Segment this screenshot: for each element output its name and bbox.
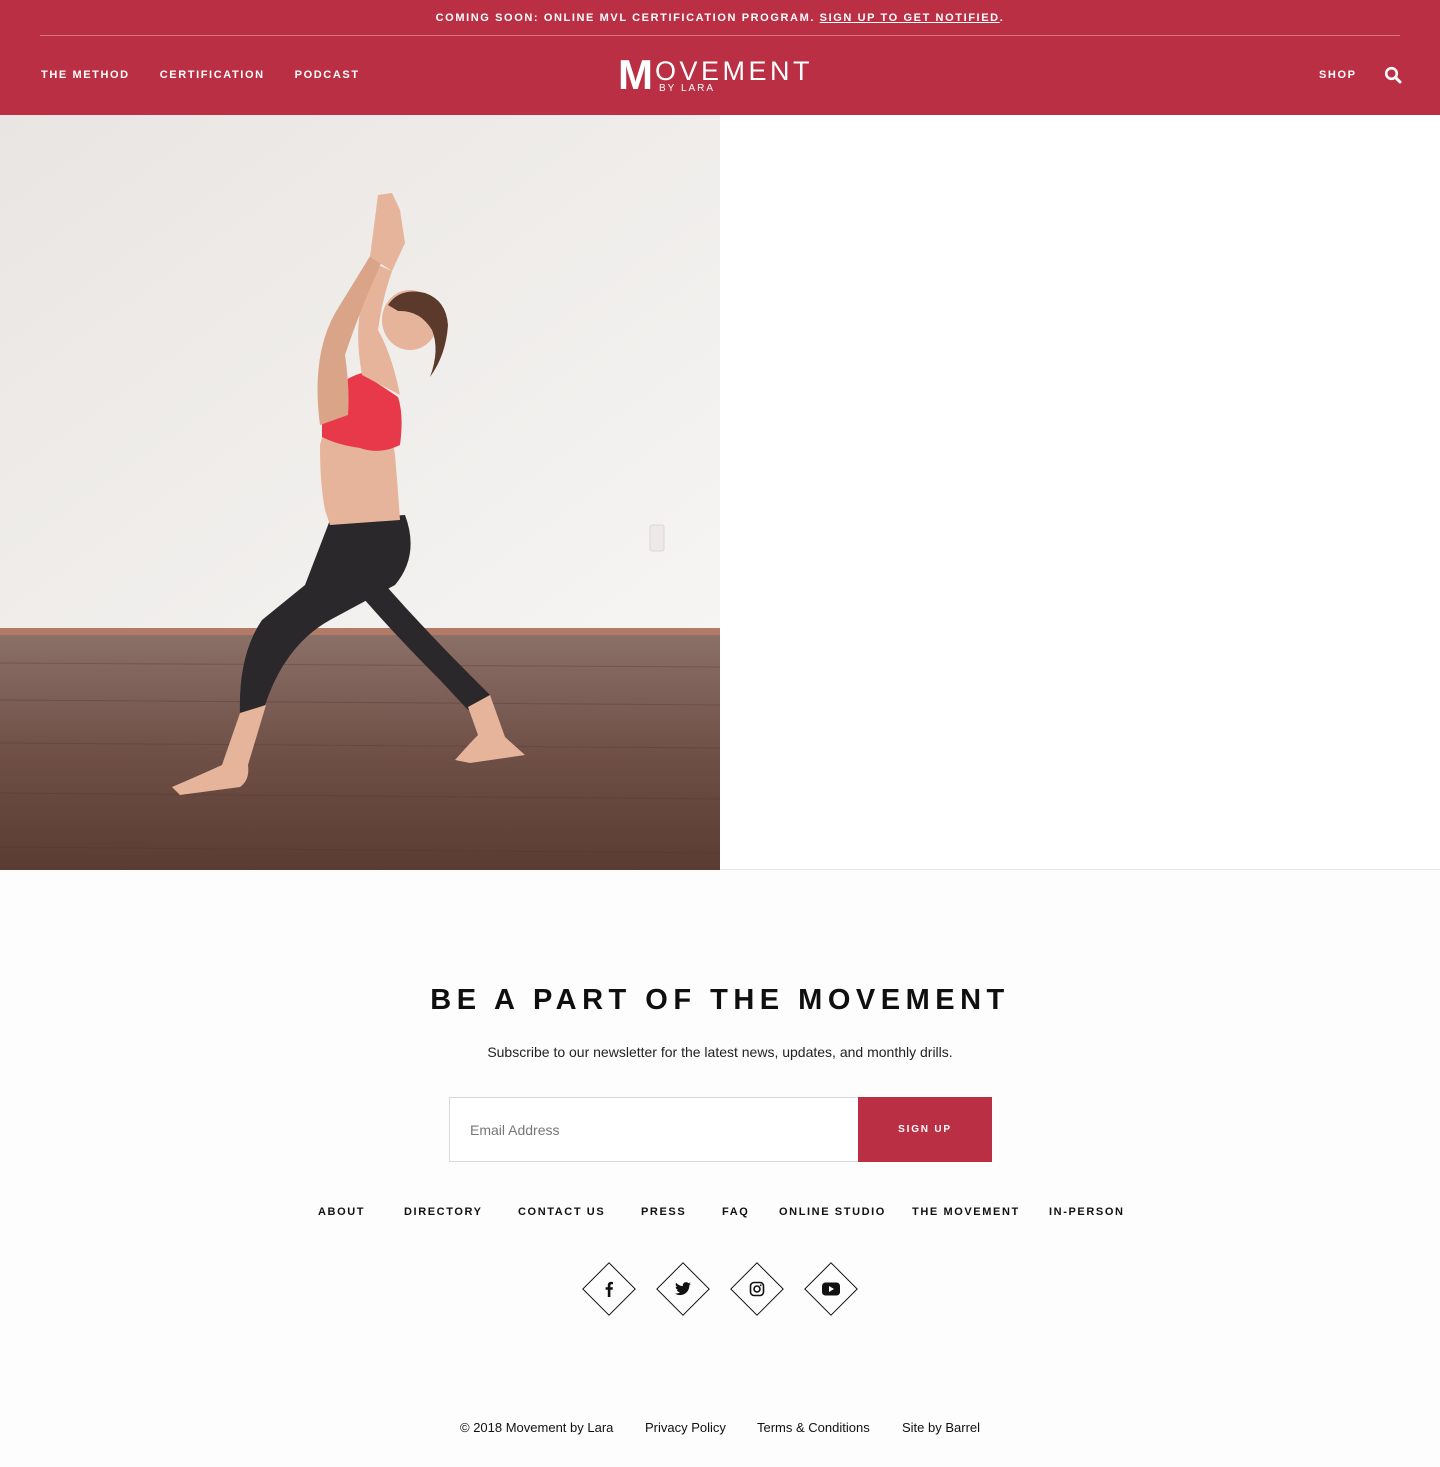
hero-section: [0, 115, 1440, 870]
nav-certification[interactable]: CERTIFICATION: [160, 69, 265, 81]
site-logo[interactable]: M OVEMENT BY LARA: [618, 51, 823, 98]
footer-link-directory[interactable]: DIRECTORY: [404, 1206, 483, 1218]
primary-nav: THE METHOD CERTIFICATION PODCAST: [41, 69, 360, 81]
footer-link-press[interactable]: PRESS: [641, 1206, 686, 1218]
footer-link-contact[interactable]: CONTACT US: [518, 1206, 605, 1218]
nav-podcast[interactable]: PODCAST: [295, 69, 360, 81]
footer-link-in-person[interactable]: IN-PERSON: [1049, 1206, 1125, 1218]
announcement-bar: COMING SOON: ONLINE MVL CERTIFICATION PR…: [40, 0, 1400, 36]
logo-initial: M: [618, 51, 653, 98]
footer-link-faq[interactable]: FAQ: [722, 1206, 749, 1218]
copyright-text: © 2018 Movement by Lara: [460, 1420, 614, 1435]
facebook-icon[interactable]: [582, 1262, 636, 1316]
footer-link-online-studio[interactable]: ONLINE STUDIO: [779, 1206, 886, 1218]
nav-shop[interactable]: SHOP: [1319, 69, 1357, 81]
footer-link-the-movement[interactable]: THE MOVEMENT: [912, 1206, 1020, 1218]
nav-the-method[interactable]: THE METHOD: [41, 69, 130, 81]
instagram-icon[interactable]: [730, 1262, 784, 1316]
footer-link-about[interactable]: ABOUT: [318, 1206, 365, 1218]
announcement-text: COMING SOON: ONLINE MVL CERTIFICATION PR…: [435, 12, 815, 24]
youtube-icon[interactable]: [804, 1262, 858, 1316]
site-by-barrel-link[interactable]: Site by Barrel: [902, 1420, 980, 1435]
footer-nav: ABOUT DIRECTORY CONTACT US PRESS FAQ ONL…: [0, 1206, 1440, 1220]
email-input[interactable]: [449, 1097, 858, 1162]
twitter-icon[interactable]: [656, 1262, 710, 1316]
site-header: COMING SOON: ONLINE MVL CERTIFICATION PR…: [0, 0, 1440, 115]
privacy-policy-link[interactable]: Privacy Policy: [645, 1420, 726, 1435]
terms-link[interactable]: Terms & Conditions: [757, 1420, 870, 1435]
hero-image: [0, 115, 720, 870]
newsletter-subtitle: Subscribe to our newsletter for the late…: [487, 1044, 953, 1060]
signup-button[interactable]: SIGN UP: [858, 1097, 992, 1162]
announcement-signup-link[interactable]: SIGN UP TO GET NOTIFIED: [820, 12, 1000, 24]
search-icon[interactable]: [1384, 66, 1402, 84]
logo-word: OVEMENT: [655, 56, 814, 86]
logo-sub: BY LARA: [659, 83, 716, 94]
newsletter-form: SIGN UP: [449, 1097, 992, 1162]
announcement-suffix: .: [999, 12, 1005, 24]
newsletter-title: BE A PART OF THE MOVEMENT: [430, 984, 1010, 1016]
